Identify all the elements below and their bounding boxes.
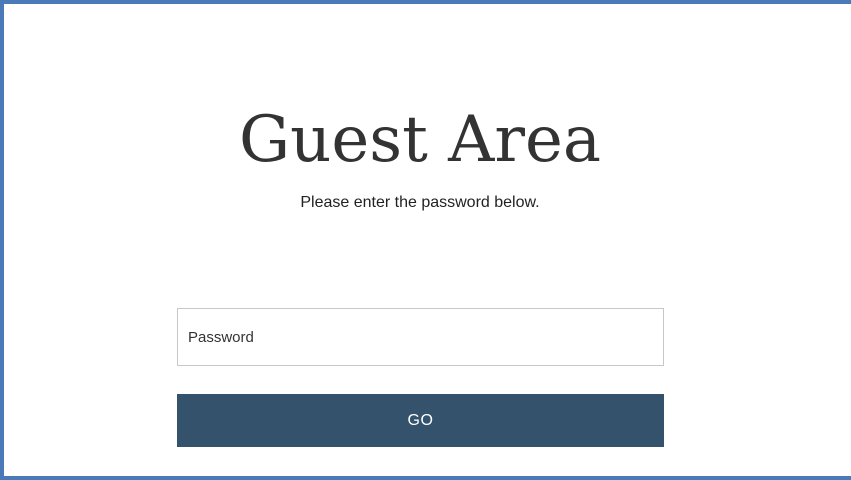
go-button[interactable]: GO xyxy=(177,394,664,447)
page-title: Guest Area xyxy=(239,103,601,177)
page-frame: Guest Area Please enter the password bel… xyxy=(0,0,851,480)
page-subtitle: Please enter the password below. xyxy=(300,194,540,211)
password-input[interactable] xyxy=(177,308,664,366)
